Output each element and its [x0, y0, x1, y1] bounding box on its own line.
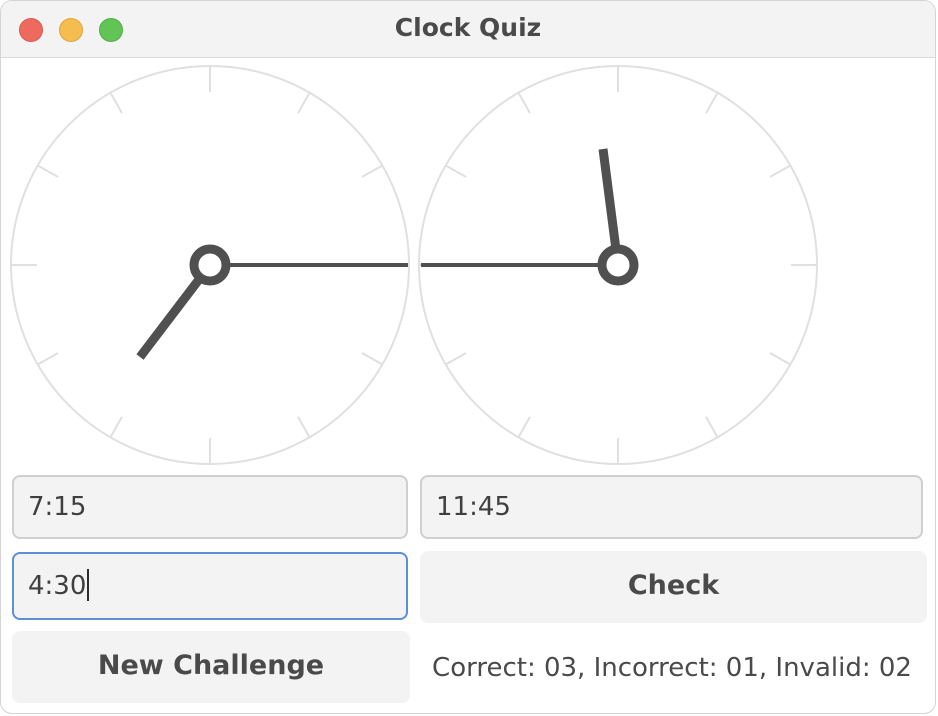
clock-center-pin — [189, 244, 231, 286]
window-title: Clock Quiz — [394, 13, 542, 42]
clock-left — [10, 65, 410, 465]
answer-field-left-value: 7:15 — [28, 492, 87, 522]
check-button[interactable]: Check — [420, 551, 927, 623]
clock-center-pin — [597, 244, 639, 286]
time-input[interactable]: 4:30 — [12, 552, 408, 620]
text-caret — [87, 568, 90, 601]
clocks-area — [1, 58, 935, 470]
score-status: Correct: 03, Incorrect: 01, Invalid: 02 — [432, 653, 912, 683]
check-button-label: Check — [627, 570, 720, 601]
time-input-value: 4:30 — [28, 571, 87, 601]
new-challenge-button-label: New Challenge — [97, 650, 325, 681]
answer-field-right[interactable]: 11:45 — [420, 475, 923, 539]
answer-field-right-value: 11:45 — [436, 492, 511, 522]
clock-right — [418, 65, 818, 465]
new-challenge-button[interactable]: New Challenge — [12, 631, 410, 703]
app-window: Clock Quiz 7:15 11:45 4:30 Check New Cha… — [0, 0, 936, 714]
answer-field-left[interactable]: 7:15 — [12, 475, 408, 539]
title-bar: Clock Quiz — [1, 1, 935, 58]
